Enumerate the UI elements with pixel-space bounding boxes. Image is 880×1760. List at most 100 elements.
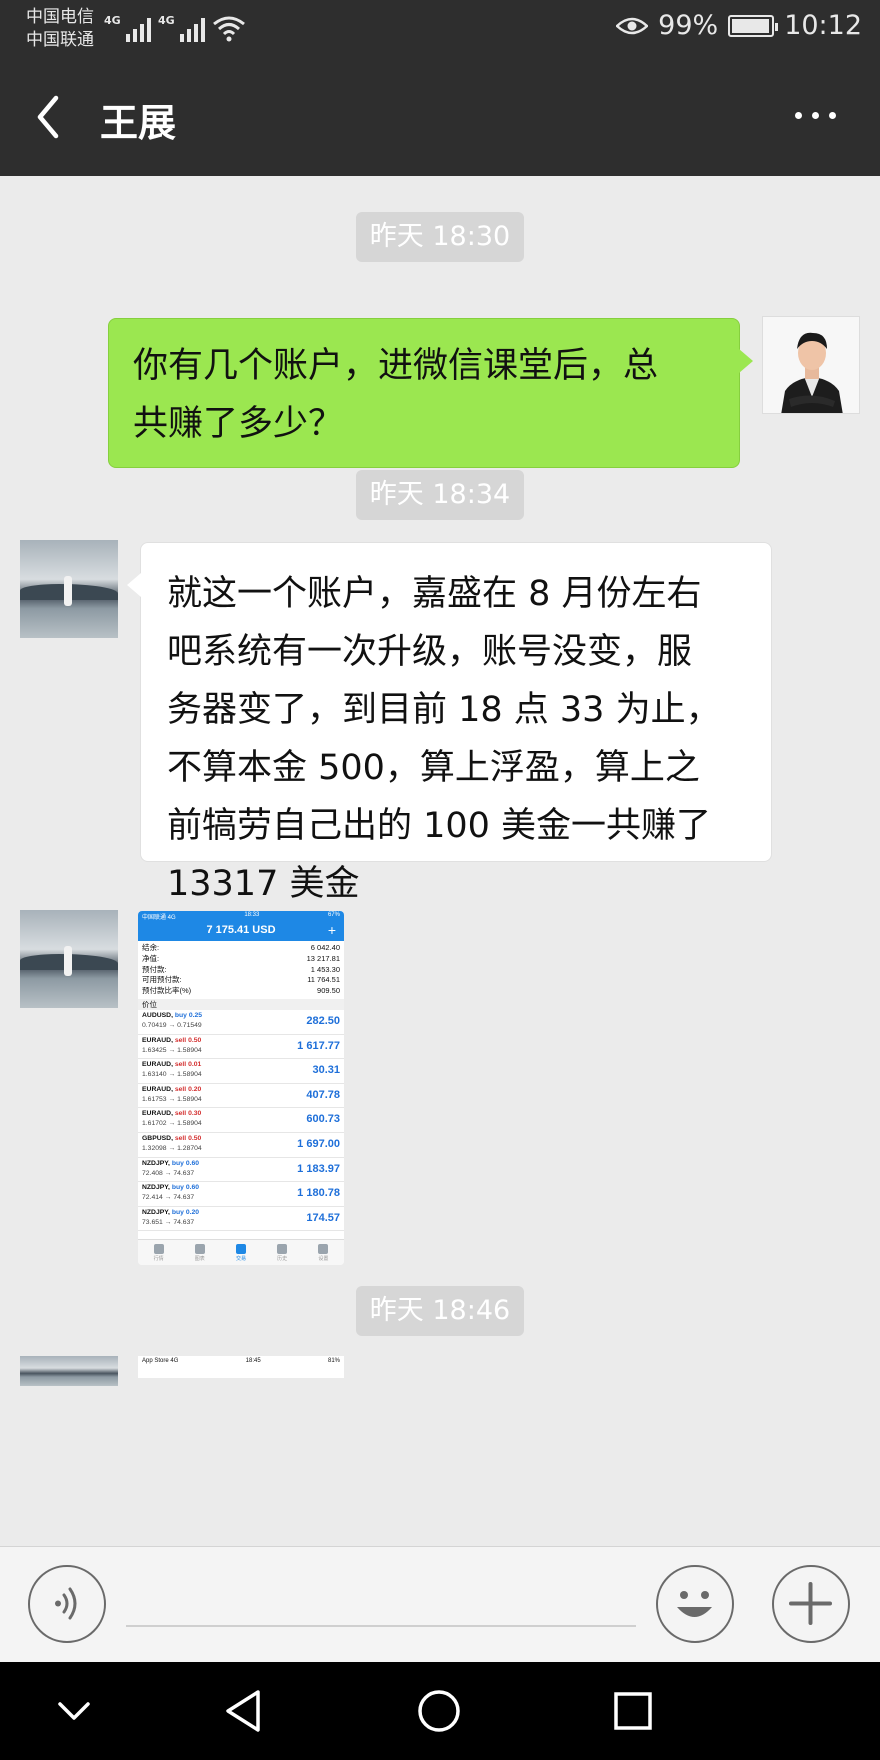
signal-icon: 4G — [158, 14, 205, 42]
wifi-icon — [213, 16, 245, 42]
position-symbol: EURAUD, — [142, 1085, 173, 1093]
summary-label: 结余: — [142, 943, 160, 952]
position-size: 0.60 — [185, 1184, 200, 1192]
position-symbol: EURAUD, — [142, 1061, 173, 1069]
more-dots-icon[interactable] — [795, 112, 836, 119]
section-label: 价位 — [138, 998, 344, 1010]
back-triangle-icon[interactable] — [222, 1688, 266, 1734]
position-side: sell — [174, 1085, 187, 1093]
position-side: sell — [174, 1036, 187, 1044]
image-message-partial[interactable]: App Store 4G 18:45 81% — [138, 1356, 344, 1378]
position-size: 0.20 — [188, 1085, 202, 1093]
text-input[interactable] — [126, 1625, 636, 1627]
position-side: buy — [174, 1011, 187, 1019]
position-row: GBPUSD, sell 0.50 1.32098 → 1.28704 1 697.… — [138, 1133, 344, 1158]
incoming-message[interactable]: 就这一个账户，嘉盛在 8 月份左右 吧系统有一次升级，账号没变，服 务器变了，到… — [127, 542, 772, 904]
position-side: sell — [174, 1061, 187, 1069]
position-profit: 1 180.78 — [297, 1187, 340, 1200]
avatar[interactable] — [20, 910, 118, 1008]
person-portrait — [763, 317, 859, 413]
position-symbol: AUDUSD, — [142, 1011, 173, 1019]
position-profit: 174.57 — [306, 1211, 340, 1224]
position-symbol: NZDJPY, — [142, 1184, 170, 1192]
image-message[interactable]: 中国联通 4G 18:33 67% 7 175.41 USD + 结余: 6 04… — [138, 911, 344, 1265]
summary-row: 结余: 6 042.40 — [142, 943, 340, 954]
system-navigation-bar — [0, 1662, 880, 1760]
position-row: NZDJPY, buy 0.20 73.651 → 74.637 174.57 — [138, 1207, 344, 1232]
signal-icon: 4G — [104, 14, 151, 42]
tab-item: 图表 — [194, 1243, 205, 1262]
message-line: 务器变了，到目前 18 点 33 为止， — [167, 690, 721, 730]
position-size: 0.30 — [188, 1110, 202, 1118]
position-symbol: NZDJPY, — [142, 1208, 170, 1216]
emoji-icon — [677, 1591, 712, 1617]
summary-row: 可用预付款: 11 764.51 — [142, 975, 340, 986]
carrier-names: 中国电信 中国联通 — [26, 6, 94, 52]
position-profit: 1 697.00 — [297, 1137, 340, 1150]
balance-title: 7 175.41 USD — [206, 924, 276, 936]
avatar[interactable] — [20, 1356, 118, 1386]
avatar[interactable] — [20, 540, 118, 638]
tab-item: 行情 — [153, 1243, 164, 1262]
summary-row: 预付款比率(%) 909.50 — [142, 986, 340, 997]
status-bar: 中国电信 中国联通 4G 4G 99% 10:12 — [0, 0, 880, 58]
tab-label: 交易 — [235, 1255, 246, 1262]
summary-value: 909.50 — [317, 986, 340, 996]
position-size: 0.50 — [188, 1036, 202, 1044]
position-profit: 407.78 — [306, 1088, 340, 1101]
battery-percent: 99% — [658, 10, 719, 41]
chevron-down-icon[interactable] — [54, 1696, 94, 1726]
account-balance-header: 7 175.41 USD + — [138, 921, 344, 941]
position-size: 0.20 — [185, 1208, 200, 1216]
chat-title: 王展 — [100, 101, 177, 145]
message-line: 吧系统有一次升级，账号没变，服 — [167, 632, 693, 672]
timestamp: 昨天 18:34 — [356, 470, 524, 520]
outgoing-message[interactable]: 你有几个账户，进微信课堂后，总 共赚了多少？ — [108, 318, 753, 468]
tab-icon — [277, 1243, 288, 1254]
home-circle-icon[interactable] — [416, 1688, 462, 1734]
position-symbol: NZDJPY, — [142, 1159, 170, 1167]
position-row: AUDUSD, buy 0.25 0.70419 → 0.71549 282.50 — [138, 1010, 344, 1035]
emoji-button[interactable] — [656, 1565, 734, 1643]
input-bar — [0, 1546, 880, 1662]
timestamp: 昨天 18:30 — [356, 212, 524, 262]
plus-icon — [789, 1582, 832, 1625]
tab-item: 设置 — [318, 1243, 329, 1262]
tab-bar: 行情 图表 交易 历史 设置 — [138, 1239, 344, 1265]
tab-item: 交易 — [235, 1243, 246, 1262]
clock: 10:12 — [784, 10, 862, 41]
position-row: EURAUD, sell 0.30 1.61702 → 1.58904 600.73 — [138, 1108, 344, 1133]
position-size: 0.01 — [188, 1061, 202, 1069]
tab-icon — [318, 1243, 329, 1254]
network-type: 4G — [104, 14, 121, 27]
position-size: 0.25 — [188, 1011, 203, 1019]
tab-icon — [235, 1243, 246, 1254]
tab-item: 历史 — [277, 1243, 288, 1262]
position-side: buy — [171, 1159, 184, 1167]
position-row: NZDJPY, buy 0.60 72.414 → 74.637 1 180.78 — [138, 1182, 344, 1207]
recents-square-icon[interactable] — [612, 1690, 654, 1732]
position-side: sell — [174, 1134, 187, 1142]
voice-icon — [55, 1587, 77, 1620]
tab-label: 设置 — [318, 1255, 329, 1262]
summary-value: 13 217.81 — [306, 953, 340, 963]
position-side: buy — [171, 1208, 184, 1216]
screenshot-carrier: 中国联通 4G — [142, 915, 176, 921]
position-profit: 30.31 — [312, 1064, 340, 1077]
screenshot-time: 18:45 — [245, 1358, 261, 1364]
message-line: 前犒劳自己出的 100 美金一共赚了 — [167, 806, 712, 846]
tab-label: 行情 — [153, 1255, 164, 1262]
account-summary: 结余: 6 042.40 净值: 13 217.81 预付款: 1 453.30 可用预付款… — [138, 941, 344, 999]
avatar[interactable] — [762, 316, 860, 414]
position-row: EURAUD, sell 0.20 1.61753 → 1.58904 407.78 — [138, 1084, 344, 1109]
plus-button[interactable] — [772, 1565, 850, 1643]
plus-icon: + — [327, 922, 336, 938]
voice-button[interactable] — [28, 1565, 106, 1643]
tab-icon — [194, 1243, 205, 1254]
summary-label: 预付款: — [142, 964, 167, 974]
chevron-left-icon[interactable] — [30, 90, 70, 144]
chat-header: 王展 — [0, 58, 880, 176]
position-row: EURAUD, sell 0.01 1.63140 → 1.58904 30.31 — [138, 1059, 344, 1084]
positions-list: AUDUSD, buy 0.25 0.70419 → 0.71549 282.50 E… — [138, 1010, 344, 1232]
message-list[interactable]: 昨天 18:30 你有几个账户，进微信课堂后，总 共赚了多少？ 昨天 18:34… — [0, 176, 880, 1546]
